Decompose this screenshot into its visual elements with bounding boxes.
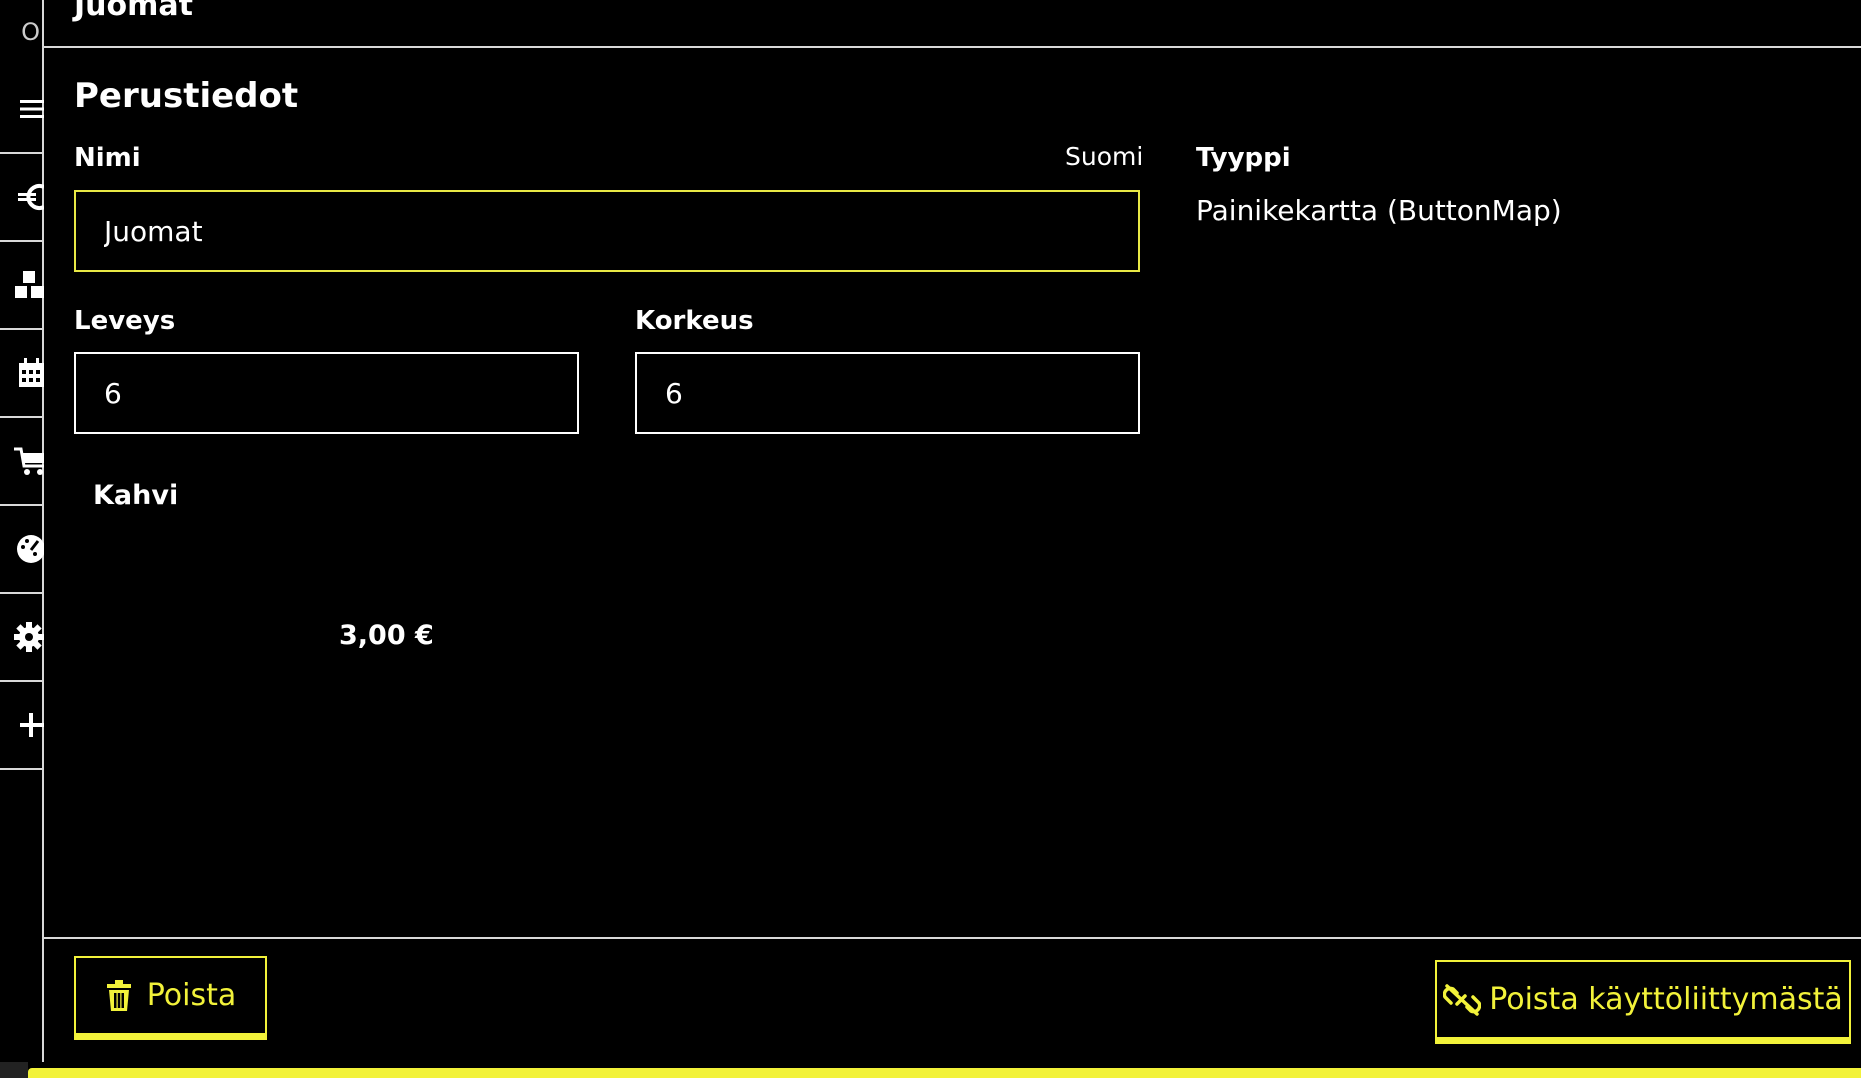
sidebar: O	[0, 0, 44, 1062]
header: Juomat	[44, 0, 1861, 48]
type-value: Painikekartta (ButtonMap)	[1196, 194, 1562, 227]
section-title: Perustiedot	[74, 76, 299, 116]
palette-icon	[17, 535, 44, 563]
tile-price: 3,00 €	[339, 620, 434, 651]
cart-icon	[14, 447, 44, 475]
plus-icon	[20, 713, 44, 737]
height-input[interactable]	[635, 352, 1140, 434]
sidebar-item-menu[interactable]	[0, 66, 44, 154]
tile-name: Kahvi	[93, 480, 179, 511]
name-input[interactable]	[74, 190, 1140, 272]
sidebar-item-calendar[interactable]	[0, 330, 44, 418]
sidebar-item-settings[interactable]	[0, 594, 44, 682]
width-input[interactable]	[74, 352, 579, 434]
menu-icon	[20, 100, 44, 118]
scroll-left-arrow[interactable]	[0, 1062, 28, 1078]
name-language-selector[interactable]: Suomi	[1065, 142, 1143, 171]
remove-from-ui-button[interactable]: Poista käyttöliittymästä	[1435, 960, 1851, 1044]
calendar-icon	[19, 358, 44, 387]
name-label: Nimi	[74, 143, 141, 173]
delete-button[interactable]: Poista	[74, 956, 267, 1040]
page-title: Juomat	[74, 0, 193, 23]
unlink-icon	[1443, 983, 1482, 1016]
sidebar-item-euro[interactable]	[0, 154, 44, 242]
type-label: Tyyppi	[1196, 143, 1291, 173]
sidebar-item-top[interactable]: O	[0, 0, 44, 62]
cubes-icon	[15, 271, 44, 298]
width-label: Leveys	[74, 306, 176, 336]
sidebar-item-products[interactable]	[0, 242, 44, 330]
euro-icon	[18, 184, 44, 210]
gear-icon	[14, 622, 44, 652]
sidebar-item-dashboard[interactable]	[0, 506, 44, 594]
height-label: Korkeus	[635, 306, 754, 336]
horizontal-scrollbar[interactable]	[28, 1068, 1861, 1078]
sidebar-top-glyph: O	[21, 18, 40, 46]
sidebar-item-add[interactable]	[0, 682, 44, 770]
sidebar-item-cart[interactable]	[0, 418, 44, 506]
footer-divider	[44, 937, 1861, 939]
trash-icon	[106, 979, 131, 1011]
delete-button-label: Poista	[146, 978, 237, 1013]
remove-from-ui-label: Poista käyttöliittymästä	[1489, 982, 1843, 1017]
